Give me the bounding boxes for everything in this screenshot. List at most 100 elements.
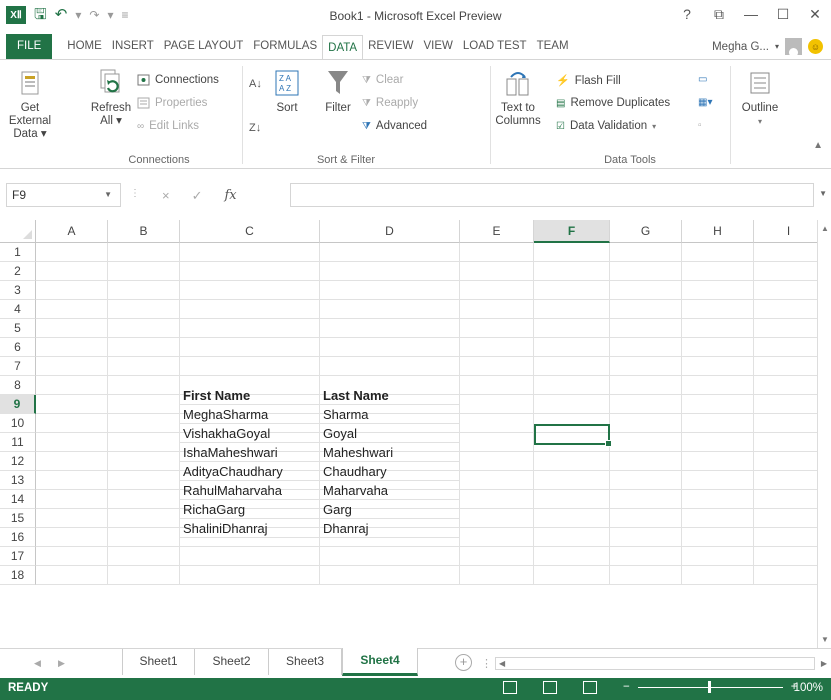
grid-cell[interactable]: [754, 243, 824, 262]
grid-cell[interactable]: [754, 357, 824, 376]
tab-review[interactable]: REVIEW: [363, 34, 418, 59]
grid-cell[interactable]: [180, 262, 320, 281]
column-header-f[interactable]: F: [534, 220, 610, 243]
help-button[interactable]: ?: [679, 6, 695, 23]
row-header-8[interactable]: 8: [0, 376, 36, 395]
grid-cell[interactable]: [534, 547, 610, 566]
maximize-button[interactable]: ☐: [775, 6, 791, 23]
grid-cell[interactable]: [36, 376, 108, 395]
grid-cell[interactable]: [534, 243, 610, 262]
cancel-icon[interactable]: ×: [162, 188, 170, 204]
row-header-14[interactable]: 14: [0, 490, 36, 509]
grid-cell[interactable]: [610, 433, 682, 452]
grid-cell[interactable]: [754, 471, 824, 490]
grid-cell[interactable]: [36, 547, 108, 566]
previous-sheet-icon[interactable]: ◀: [34, 658, 41, 669]
zoom-track[interactable]: [637, 680, 783, 693]
grid-cell[interactable]: [36, 243, 108, 262]
grid-cell[interactable]: [180, 357, 320, 376]
tab-data[interactable]: DATA: [322, 35, 364, 60]
scroll-left-icon[interactable]: ◀: [499, 659, 505, 668]
grid-cell[interactable]: [36, 357, 108, 376]
grid-cell[interactable]: [534, 395, 610, 414]
formula-input[interactable]: [290, 183, 814, 207]
grid-cell[interactable]: [534, 566, 610, 585]
customize-qat-icon[interactable]: ≡: [121, 6, 128, 24]
grid-cell[interactable]: [180, 319, 320, 338]
grid-cell[interactable]: [36, 281, 108, 300]
grid-cell[interactable]: [610, 528, 682, 547]
grid-cell[interactable]: [36, 509, 108, 528]
next-sheet-icon[interactable]: ▶: [58, 658, 65, 669]
zoom-slider[interactable]: − +: [623, 680, 797, 693]
grid-cell[interactable]: [460, 509, 534, 528]
grid-cell[interactable]: [754, 338, 824, 357]
grid-cell[interactable]: [610, 262, 682, 281]
refresh-all-button[interactable]: Refresh All ▾: [88, 68, 134, 128]
grid-cell[interactable]: [610, 547, 682, 566]
grid-cell[interactable]: [460, 433, 534, 452]
grid-cell[interactable]: [682, 319, 754, 338]
grid-cell[interactable]: [682, 243, 754, 262]
tab-team[interactable]: TEAM: [532, 34, 574, 59]
grid-cell[interactable]: [108, 338, 180, 357]
tab-page-layout[interactable]: PAGE LAYOUT: [159, 34, 248, 59]
grid-cell[interactable]: [108, 281, 180, 300]
cell-c10[interactable]: IshaMaheshwari: [180, 443, 320, 462]
reapply-button[interactable]: ⧩ Reapply: [362, 97, 418, 109]
undo-dropdown-icon[interactable]: ▾: [75, 6, 81, 24]
grid-cell[interactable]: [754, 528, 824, 547]
grid-cell[interactable]: [610, 490, 682, 509]
grid-cell[interactable]: [460, 395, 534, 414]
cell-c13[interactable]: RichaGarg: [180, 500, 320, 519]
zoom-level[interactable]: 100%: [794, 682, 823, 694]
row-header-7[interactable]: 7: [0, 357, 36, 376]
grid-cell[interactable]: [754, 433, 824, 452]
account-area[interactable]: Megha G... ▾ ☺: [712, 38, 823, 55]
splitter-handle-icon[interactable]: ⋮: [481, 657, 492, 670]
outline-button[interactable]: Outline ▾: [738, 68, 782, 128]
grid-cell[interactable]: [754, 319, 824, 338]
grid-cell[interactable]: [682, 376, 754, 395]
zoom-out-icon[interactable]: −: [623, 681, 630, 693]
tab-load-test[interactable]: LOAD TEST: [458, 34, 532, 59]
grid-cell[interactable]: [682, 490, 754, 509]
scroll-right-icon[interactable]: ▶: [821, 659, 827, 668]
cell-d14[interactable]: Dhanraj: [320, 519, 460, 538]
grid-cell[interactable]: [180, 300, 320, 319]
grid-cell[interactable]: [36, 300, 108, 319]
grid-cell[interactable]: [36, 433, 108, 452]
grid-cell[interactable]: [534, 357, 610, 376]
grid-cell[interactable]: [754, 281, 824, 300]
grid-cell[interactable]: [682, 414, 754, 433]
grid-cell[interactable]: [754, 376, 824, 395]
column-header-c[interactable]: C: [180, 220, 320, 243]
grid-cell[interactable]: [36, 566, 108, 585]
grid-cell[interactable]: [754, 395, 824, 414]
grid-cell[interactable]: [460, 262, 534, 281]
grid-cell[interactable]: [754, 509, 824, 528]
grid-cell[interactable]: [534, 376, 610, 395]
grid-cell[interactable]: [682, 452, 754, 471]
sheet-tab-3[interactable]: Sheet3: [269, 649, 342, 675]
row-header-13[interactable]: 13: [0, 471, 36, 490]
grid-cell[interactable]: [320, 281, 460, 300]
grid-cell[interactable]: [610, 376, 682, 395]
grid-cell[interactable]: [320, 566, 460, 585]
grid-cell[interactable]: [108, 262, 180, 281]
grid-cell[interactable]: [460, 357, 534, 376]
grid-cell[interactable]: [460, 319, 534, 338]
add-sheet-button[interactable]: +: [455, 654, 472, 671]
avatar[interactable]: [785, 38, 802, 55]
grid-cell[interactable]: [682, 262, 754, 281]
chevron-down-icon[interactable]: ▾: [775, 42, 779, 51]
grid-cell[interactable]: [682, 300, 754, 319]
relationships-icon[interactable]: ▫: [698, 120, 702, 131]
row-header-1[interactable]: 1: [0, 243, 36, 262]
row-header-9[interactable]: 9: [0, 395, 36, 414]
scroll-down-icon[interactable]: ▼: [821, 635, 829, 644]
column-header-h[interactable]: H: [682, 220, 754, 243]
cell-c8[interactable]: MeghaSharma: [180, 405, 320, 424]
page-break-preview-icon[interactable]: [583, 681, 597, 694]
grid-cell[interactable]: [180, 547, 320, 566]
